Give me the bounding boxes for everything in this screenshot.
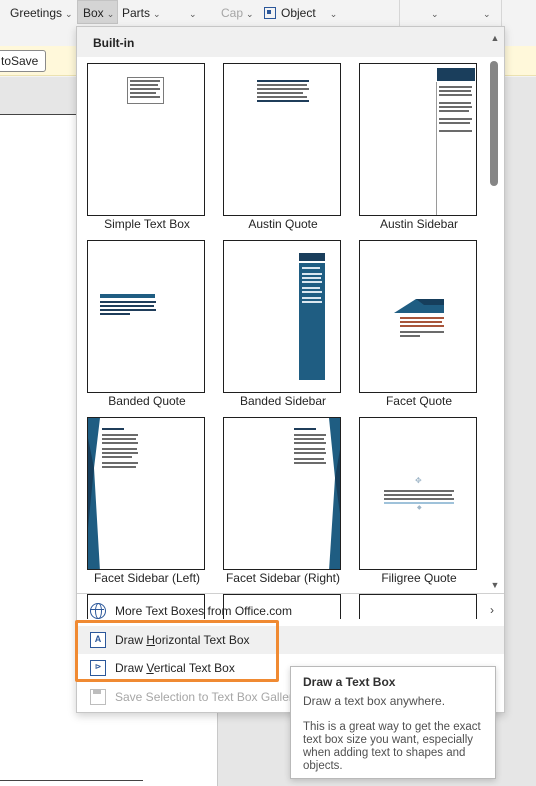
tile-label: Filigree Quote [381,571,457,585]
gallery-item-banded-quote[interactable]: Banded Quote [77,237,209,408]
text-box-dropdown-button[interactable]: Box ⌄ [77,0,118,24]
object-icon [264,7,276,19]
scroll-up-arrow-icon[interactable]: ▲ [489,33,501,45]
tooltip-body: This is a great way to get the exact tex… [303,721,481,772]
ribbon-separator [501,0,502,26]
thumbnail-filigree-quote: ✥ ◆ [359,417,477,570]
more-text-boxes-label: More Text Boxes from Office.com [115,604,292,618]
chevron-right-icon: › [490,603,494,617]
tile-label: Austin Quote [248,217,318,231]
chevron-down-icon: ⌄ [153,9,161,19]
gallery-item-austin-quote[interactable]: Austin Quote [213,60,345,231]
object-label: Object [281,6,316,20]
tile-label: Facet Quote [385,394,453,408]
object-button[interactable]: Object ⌄ [264,6,337,20]
thumbnail-banded-quote [87,240,205,393]
chevron-down-icon[interactable]: ⌄ [186,6,197,20]
gallery-item-facet-sidebar-left[interactable]: Facet Sidebar (Left) [77,414,209,585]
tile-label: Austin Sidebar [379,217,459,231]
ribbon-separator [399,0,400,26]
gallery-item-austin-sidebar[interactable]: Austin Sidebar [349,60,481,231]
ribbon: Greetings ⌄ Box ⌄ Parts ⌄ ⌄ Cap ⌄ Object ⌄ ⌄ … [0,0,536,26]
chevron-down-icon[interactable]: ⌄ [428,6,439,20]
thumbnail-facet-sidebar-right [223,417,341,570]
section-header-built-in: Built-in [77,27,504,57]
chevron-down-icon: ⌄ [246,9,254,19]
tooltip-subtitle: Draw a text box anywhere. [303,694,446,708]
chevron-down-icon: ⌄ [329,9,338,19]
thumbnail-facet-quote [359,240,477,393]
drop-cap-button[interactable]: Cap ⌄ [221,6,254,20]
chevron-down-icon: ⌄ [106,9,115,19]
text-box-gallery-panel: Built-in Simple Text Box Austin Quote Au… [76,26,505,713]
cap-label: Cap [221,6,244,20]
scroll-down-arrow-icon[interactable]: ▼ [489,580,501,592]
text-box-gallery: Simple Text Box Austin Quote Austin Side… [77,57,487,619]
greetings-dropdown[interactable]: Greetings ⌄ [10,6,73,20]
tooltip-title: Draw a Text Box [303,675,396,689]
save-icon [90,689,106,705]
quick-parts-dropdown[interactable]: Parts ⌄ [122,6,161,20]
scroll-thumb[interactable] [490,61,498,186]
thumbnail-banded-sidebar [223,240,341,393]
gallery-item-facet-quote[interactable]: Facet Quote [349,237,481,408]
chevron-down-icon[interactable]: ⌄ [480,6,491,20]
chevron-down-icon: ⌄ [65,9,73,19]
tooltip: Draw a Text Box Draw a text box anywhere… [290,666,496,779]
filigree-ornament-icon: ✥ [415,476,422,485]
gallery-item-simple-text-box[interactable]: Simple Text Box [77,60,209,231]
box-label: Box ⌄ [83,6,115,20]
gallery-item-filigree-quote[interactable]: ✥ ◆ Filigree Quote [349,414,481,585]
gallery-scrollbar[interactable]: ▲ ▼ [487,27,504,593]
thumbnail-facet-sidebar-left [87,417,205,570]
filigree-ornament-icon: ◆ [417,505,422,511]
tile-label: Facet Sidebar (Right) [225,571,341,585]
tile-label: Simple Text Box [104,217,190,231]
thumbnail-simple-text-box [87,63,205,216]
highlight-frame [75,620,279,682]
parts-label: Parts [122,6,151,20]
tile-label: Banded Quote [108,394,186,408]
thumbnail-austin-sidebar [359,63,477,216]
autosave-button[interactable]: toSave [0,50,46,72]
gallery-item-facet-sidebar-right[interactable]: Facet Sidebar (Right) [213,414,345,585]
menu-divider [77,593,504,594]
document-rule [0,780,143,781]
tile-label: Banded Sidebar [239,394,327,408]
greetings-label: Greetings [10,6,63,20]
globe-icon [90,603,106,619]
thumbnail-austin-quote [223,63,341,216]
save-selection-label: Save Selection to Text Box Gallery [115,690,299,704]
tile-label: Facet Sidebar (Left) [93,571,201,585]
gallery-item-banded-sidebar[interactable]: Banded Sidebar [213,237,345,408]
